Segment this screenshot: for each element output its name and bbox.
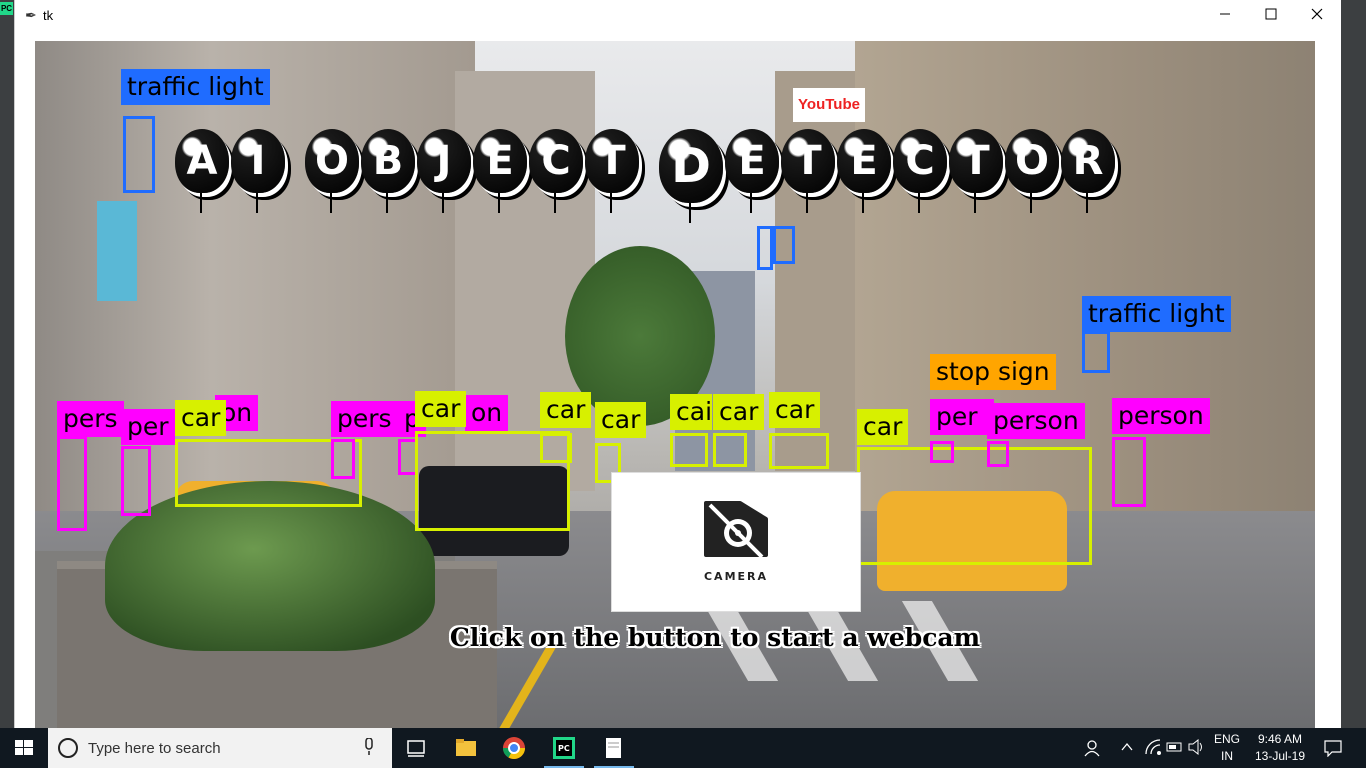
- detection-box: [713, 433, 747, 467]
- close-button[interactable]: [1294, 0, 1340, 31]
- detection-label: traffic light: [1082, 296, 1231, 332]
- wifi-icon[interactable]: [1144, 738, 1162, 756]
- minimize-button[interactable]: [1202, 0, 1248, 31]
- pycharm-corner-icon: PC: [0, 2, 13, 15]
- title-bar[interactable]: ✒ tk: [15, 0, 1341, 31]
- detection-label: car: [415, 391, 467, 427]
- people-icon[interactable]: [1084, 738, 1102, 758]
- camera-button-label: CAMERA: [703, 570, 769, 583]
- cortana-icon: [58, 738, 78, 758]
- detection-box: [930, 441, 954, 463]
- pycharm-icon: PC: [553, 737, 575, 759]
- detection-label: car: [595, 402, 647, 438]
- microphone-icon[interactable]: [364, 738, 374, 756]
- tk-window: ✒ tk YouTube traffic light traffic light…: [14, 0, 1341, 728]
- detection-box: [331, 439, 355, 479]
- title-balloon-letter: R: [1061, 129, 1115, 213]
- maximize-icon: [1265, 8, 1277, 20]
- notepad-button[interactable]: [590, 728, 638, 768]
- task-view-icon: [407, 740, 425, 757]
- detection-box: [987, 441, 1009, 467]
- detection-box: [121, 446, 151, 516]
- title-balloon-letter: E: [725, 129, 779, 213]
- detection-box: [1112, 437, 1146, 507]
- detection-label: pers: [57, 401, 124, 437]
- detection-box: [670, 433, 708, 467]
- street-banner: [97, 201, 137, 301]
- title-balloon-letter: B: [361, 129, 415, 213]
- chrome-button[interactable]: [490, 728, 538, 768]
- screen: PC ✒ tk YouTube traffic light traffic li…: [0, 0, 1366, 768]
- detection-box: [1082, 331, 1110, 373]
- svg-text:PC: PC: [558, 744, 570, 753]
- search-placeholder: Type here to search: [88, 740, 221, 757]
- title-balloon-letter: T: [949, 129, 1003, 213]
- taskbar: Type here to search PC ENG IN 9:46 AM 13…: [0, 728, 1366, 768]
- language-indicator-top[interactable]: ENG: [1210, 732, 1244, 746]
- detection-label: car: [540, 392, 592, 428]
- clock-date[interactable]: 13-Jul-19: [1248, 749, 1312, 763]
- detection-label: pers: [331, 401, 398, 437]
- title-balloon-letter: T: [585, 129, 639, 213]
- detection-box: [769, 433, 829, 469]
- start-button[interactable]: [0, 728, 48, 768]
- camera-button[interactable]: CAMERA: [611, 472, 861, 612]
- system-tray: ENG IN 9:46 AM 13-Jul-19: [1080, 728, 1366, 768]
- volume-icon[interactable]: [1188, 739, 1206, 755]
- action-center-icon[interactable]: [1324, 739, 1342, 757]
- ide-background-strip: PC: [0, 0, 14, 728]
- detection-label: person: [1112, 398, 1210, 434]
- title-balloon-letter: T: [781, 129, 835, 213]
- detection-label: car: [857, 409, 909, 445]
- detection-box: [57, 436, 87, 531]
- detection-box: [540, 433, 572, 463]
- detection-box: [857, 447, 1092, 565]
- detection-label: car: [713, 394, 765, 430]
- detection-box: [123, 116, 155, 193]
- taskbar-search-box[interactable]: Type here to search: [48, 728, 392, 768]
- file-explorer-button[interactable]: [442, 728, 490, 768]
- title-balloon-letter: E: [837, 129, 891, 213]
- video-canvas: YouTube traffic light traffic light stop…: [35, 41, 1315, 728]
- camera-icon: [704, 501, 768, 559]
- feather-icon: ✒: [25, 7, 37, 23]
- title-balloon-letter: C: [529, 129, 583, 213]
- app-title-ai-object-detector: AIOBJECTDETECTOR: [175, 129, 1155, 239]
- battery-icon[interactable]: [1166, 740, 1184, 754]
- pycharm-button[interactable]: PC: [540, 728, 588, 768]
- title-balloon-letter: C: [893, 129, 947, 213]
- detection-label: stop sign: [930, 354, 1056, 390]
- title-balloon-letter: O: [1005, 129, 1059, 213]
- detection-label: cai: [670, 394, 712, 430]
- youtube-billboard: YouTube: [793, 88, 865, 122]
- title-balloon-letter: J: [417, 129, 471, 213]
- detection-label: person: [987, 403, 1085, 439]
- detection-label: per: [930, 399, 994, 435]
- title-balloon-letter: A: [175, 129, 229, 213]
- windows-icon: [15, 740, 33, 755]
- close-icon: [1311, 8, 1323, 20]
- title-balloon-letter: D: [659, 129, 723, 223]
- background-strip-right: [1340, 0, 1366, 728]
- chevron-up-icon[interactable]: [1120, 740, 1134, 754]
- title-balloon-letter: E: [473, 129, 527, 213]
- detection-label: car: [175, 400, 227, 436]
- title-balloon-letter: I: [231, 129, 285, 213]
- task-view-button[interactable]: [392, 728, 440, 768]
- language-indicator-bottom[interactable]: IN: [1210, 749, 1244, 763]
- minimize-icon: [1220, 13, 1230, 15]
- notepad-icon: [606, 738, 621, 758]
- maximize-button[interactable]: [1248, 0, 1294, 31]
- detection-label: traffic light: [121, 69, 270, 105]
- chrome-icon: [503, 737, 525, 759]
- clock-time[interactable]: 9:46 AM: [1248, 732, 1312, 746]
- detection-label: per: [121, 409, 175, 445]
- title-balloon-letter: O: [305, 129, 359, 213]
- webcam-hint-text: Click on the button to start a webcam: [449, 623, 981, 652]
- window-title: tk: [43, 8, 54, 23]
- detection-label: on: [465, 395, 509, 431]
- detection-label: car: [769, 392, 821, 428]
- file-explorer-icon: [456, 739, 476, 756]
